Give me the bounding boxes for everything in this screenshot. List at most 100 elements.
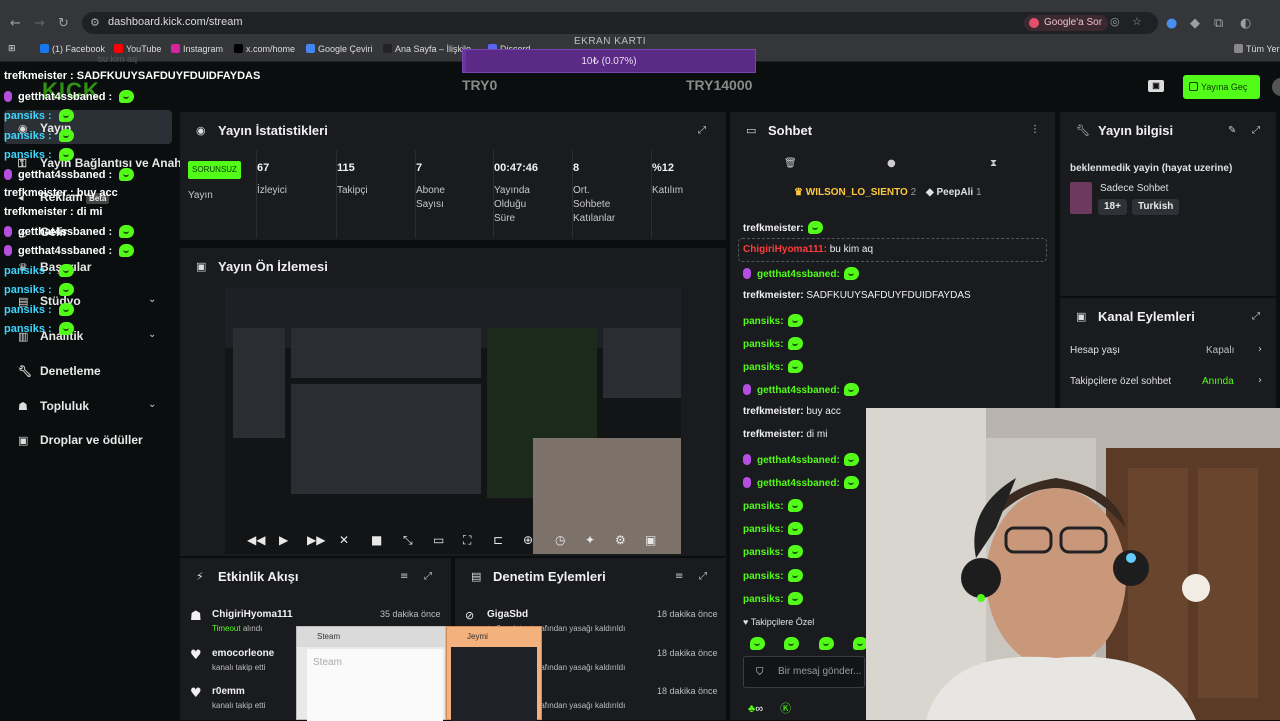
emote-icon[interactable]: [784, 637, 800, 650]
chat-username[interactable]: getthat4ssbaned:: [757, 478, 840, 489]
chat-message[interactable]: pansiks:: [743, 545, 803, 558]
feed-user[interactable]: emocorleone: [212, 648, 274, 659]
chat-username[interactable]: trefkmeister:: [743, 223, 804, 234]
expand-icon[interactable]: ⤢: [1252, 311, 1260, 322]
chat-footer-icons[interactable]: ♣∞ Ⓚ: [748, 700, 791, 716]
chat-message[interactable]: getthat4ssbaned:: [743, 476, 859, 489]
back-icon[interactable]: ←: [10, 16, 21, 31]
chat-message[interactable]: getthat4ssbaned:: [743, 267, 859, 280]
feed-user[interactable]: r0emm: [212, 686, 245, 697]
chat-username[interactable]: pansiks:: [743, 524, 784, 535]
settings-icon[interactable]: ⚙: [615, 533, 626, 547]
emote-icon[interactable]: [818, 637, 834, 650]
chat-username[interactable]: pansiks:: [743, 571, 784, 582]
forward-icon[interactable]: →: [34, 16, 45, 31]
star-icon[interactable]: ☆: [1132, 15, 1142, 28]
go-live-button[interactable]: Yayına Geç: [1183, 75, 1260, 99]
setting-value[interactable]: Anında: [1202, 376, 1234, 387]
sidebar-item-drops[interactable]: ▣ Droplar ve ödüller: [18, 433, 143, 447]
sparkle-icon[interactable]: ✦: [585, 533, 595, 547]
infinity-icon[interactable]: ∞: [755, 703, 763, 715]
pinned-user[interactable]: ◆ PeepAli 1: [926, 187, 982, 198]
edit-icon[interactable]: ✎: [1228, 125, 1236, 136]
chat-message[interactable]: pansiks:: [743, 592, 803, 605]
expand-icon[interactable]: ⤢: [698, 125, 706, 136]
timer-icon[interactable]: ◷: [555, 533, 565, 547]
extension-2-icon[interactable]: ◆: [1190, 16, 1200, 31]
jeymi-window[interactable]: Jeymi: [446, 626, 542, 721]
pinned-user[interactable]: ♛ WILSON_LO_SIENTO 2: [794, 187, 916, 198]
mute-icon[interactable]: ✕: [339, 533, 349, 547]
bookmark-item[interactable]: Instagram: [171, 44, 223, 54]
filter-icon[interactable]: ≡: [675, 571, 683, 582]
screenshot-icon[interactable]: ⊏: [493, 533, 503, 547]
chat-message[interactable]: pansiks:: [743, 499, 803, 512]
expand-icon[interactable]: ⤢: [699, 571, 707, 582]
reload-icon[interactable]: ↻: [58, 16, 69, 31]
chat-message-input[interactable]: ⛉ Bir mesaj gönder...: [743, 656, 865, 688]
bookmark-item[interactable]: x.com/home: [234, 44, 295, 54]
chat-message[interactable]: trefkmeister: buy acc: [743, 406, 841, 417]
chat-username[interactable]: trefkmeister:: [743, 406, 804, 417]
chevron-down-icon[interactable]: ⌄: [148, 329, 156, 340]
expand-icon[interactable]: ⤢: [1252, 125, 1260, 136]
setting-value[interactable]: Kapalı: [1206, 345, 1234, 356]
hourglass-icon[interactable]: ⧗: [990, 158, 997, 169]
steam-window[interactable]: Steam Steam: [296, 626, 446, 721]
chevron-right-icon[interactable]: ›: [1258, 344, 1262, 355]
chat-message[interactable]: pansiks:: [743, 314, 803, 327]
pip-icon[interactable]: ▭: [433, 533, 444, 547]
chat-message[interactable]: pansiks:: [743, 522, 803, 535]
trash-icon[interactable]: 🗑︎: [784, 158, 797, 169]
chat-username[interactable]: pansiks:: [743, 316, 784, 327]
bookmark-item[interactable]: Google Çeviri: [306, 44, 373, 54]
category-name[interactable]: Sadece Sohbet: [1100, 183, 1168, 194]
category-thumbnail[interactable]: [1070, 182, 1092, 214]
chat-message[interactable]: trefkmeister: di mi: [743, 429, 828, 440]
mod-user[interactable]: GigaSbd: [487, 609, 528, 620]
multistream-icon[interactable]: ▣: [1148, 80, 1164, 92]
kick-k-icon[interactable]: Ⓚ: [780, 703, 791, 715]
feed-user[interactable]: ChigiriHyoma111: [212, 609, 293, 620]
google-ask-button[interactable]: Google'a Sor: [1024, 15, 1109, 31]
chat-username[interactable]: trefkmeister:: [743, 429, 804, 440]
bookmark-item[interactable]: (1) Facebook: [40, 44, 105, 54]
theatre-icon[interactable]: ▣: [645, 533, 656, 547]
chat-username[interactable]: pansiks:: [743, 362, 784, 373]
eye-off-icon[interactable]: ◎: [1110, 15, 1120, 28]
sidebar-item-moderation[interactable]: 🔧︎ Denetleme: [18, 364, 101, 378]
chevron-down-icon[interactable]: ⌄: [148, 294, 156, 305]
chat-username[interactable]: getthat4ssbaned:: [757, 385, 840, 396]
camera-icon[interactable]: ■: [371, 533, 382, 547]
address-bar[interactable]: ⚙ dashboard.kick.com/stream Google'a Sor…: [82, 12, 1158, 34]
chevron-down-icon[interactable]: ⌄: [148, 399, 156, 410]
chat-message[interactable]: pansiks:: [743, 360, 803, 373]
avatar[interactable]: [1272, 78, 1280, 96]
apps-icon[interactable]: ⊞: [8, 44, 16, 54]
fullscreen-icon[interactable]: ⛶: [463, 533, 471, 548]
sidebar-item-community[interactable]: ☗ Topluluk: [18, 399, 89, 413]
chat-username[interactable]: getthat4ssbaned:: [757, 269, 840, 280]
filter-icon[interactable]: ≡: [400, 571, 408, 582]
chat-username[interactable]: pansiks:: [743, 547, 784, 558]
chat-message[interactable]: pansiks:: [743, 337, 803, 350]
more-icon[interactable]: ⋮: [1030, 124, 1040, 135]
chat-message[interactable]: getthat4ssbaned:: [743, 453, 859, 466]
chat-username[interactable]: ChigiriHyoma111:: [743, 244, 827, 255]
emote-icon[interactable]: [750, 637, 765, 650]
all-bookmarks[interactable]: Tüm Yer: [1234, 44, 1280, 54]
message-icon[interactable]: ●: [887, 158, 896, 169]
chat-message[interactable]: trefkmeister:: [743, 221, 823, 234]
chat-username[interactable]: getthat4ssbaned:: [757, 455, 840, 466]
emote-bar[interactable]: [746, 634, 869, 652]
chevron-right-icon[interactable]: ›: [1258, 375, 1262, 386]
bookmark-item[interactable]: YouTube: [114, 44, 161, 54]
chat-username[interactable]: trefkmeister:: [743, 290, 804, 301]
extension-icon[interactable]: ●: [1166, 16, 1177, 31]
rewind-icon[interactable]: ◀◀: [247, 533, 265, 547]
chat-username[interactable]: pansiks:: [743, 594, 784, 605]
site-info-icon[interactable]: ⚙: [90, 16, 100, 29]
record-icon[interactable]: ⊕: [523, 533, 533, 547]
puzzle-icon[interactable]: ⧉: [1214, 16, 1223, 31]
chat-message[interactable]: getthat4ssbaned:: [743, 383, 859, 396]
